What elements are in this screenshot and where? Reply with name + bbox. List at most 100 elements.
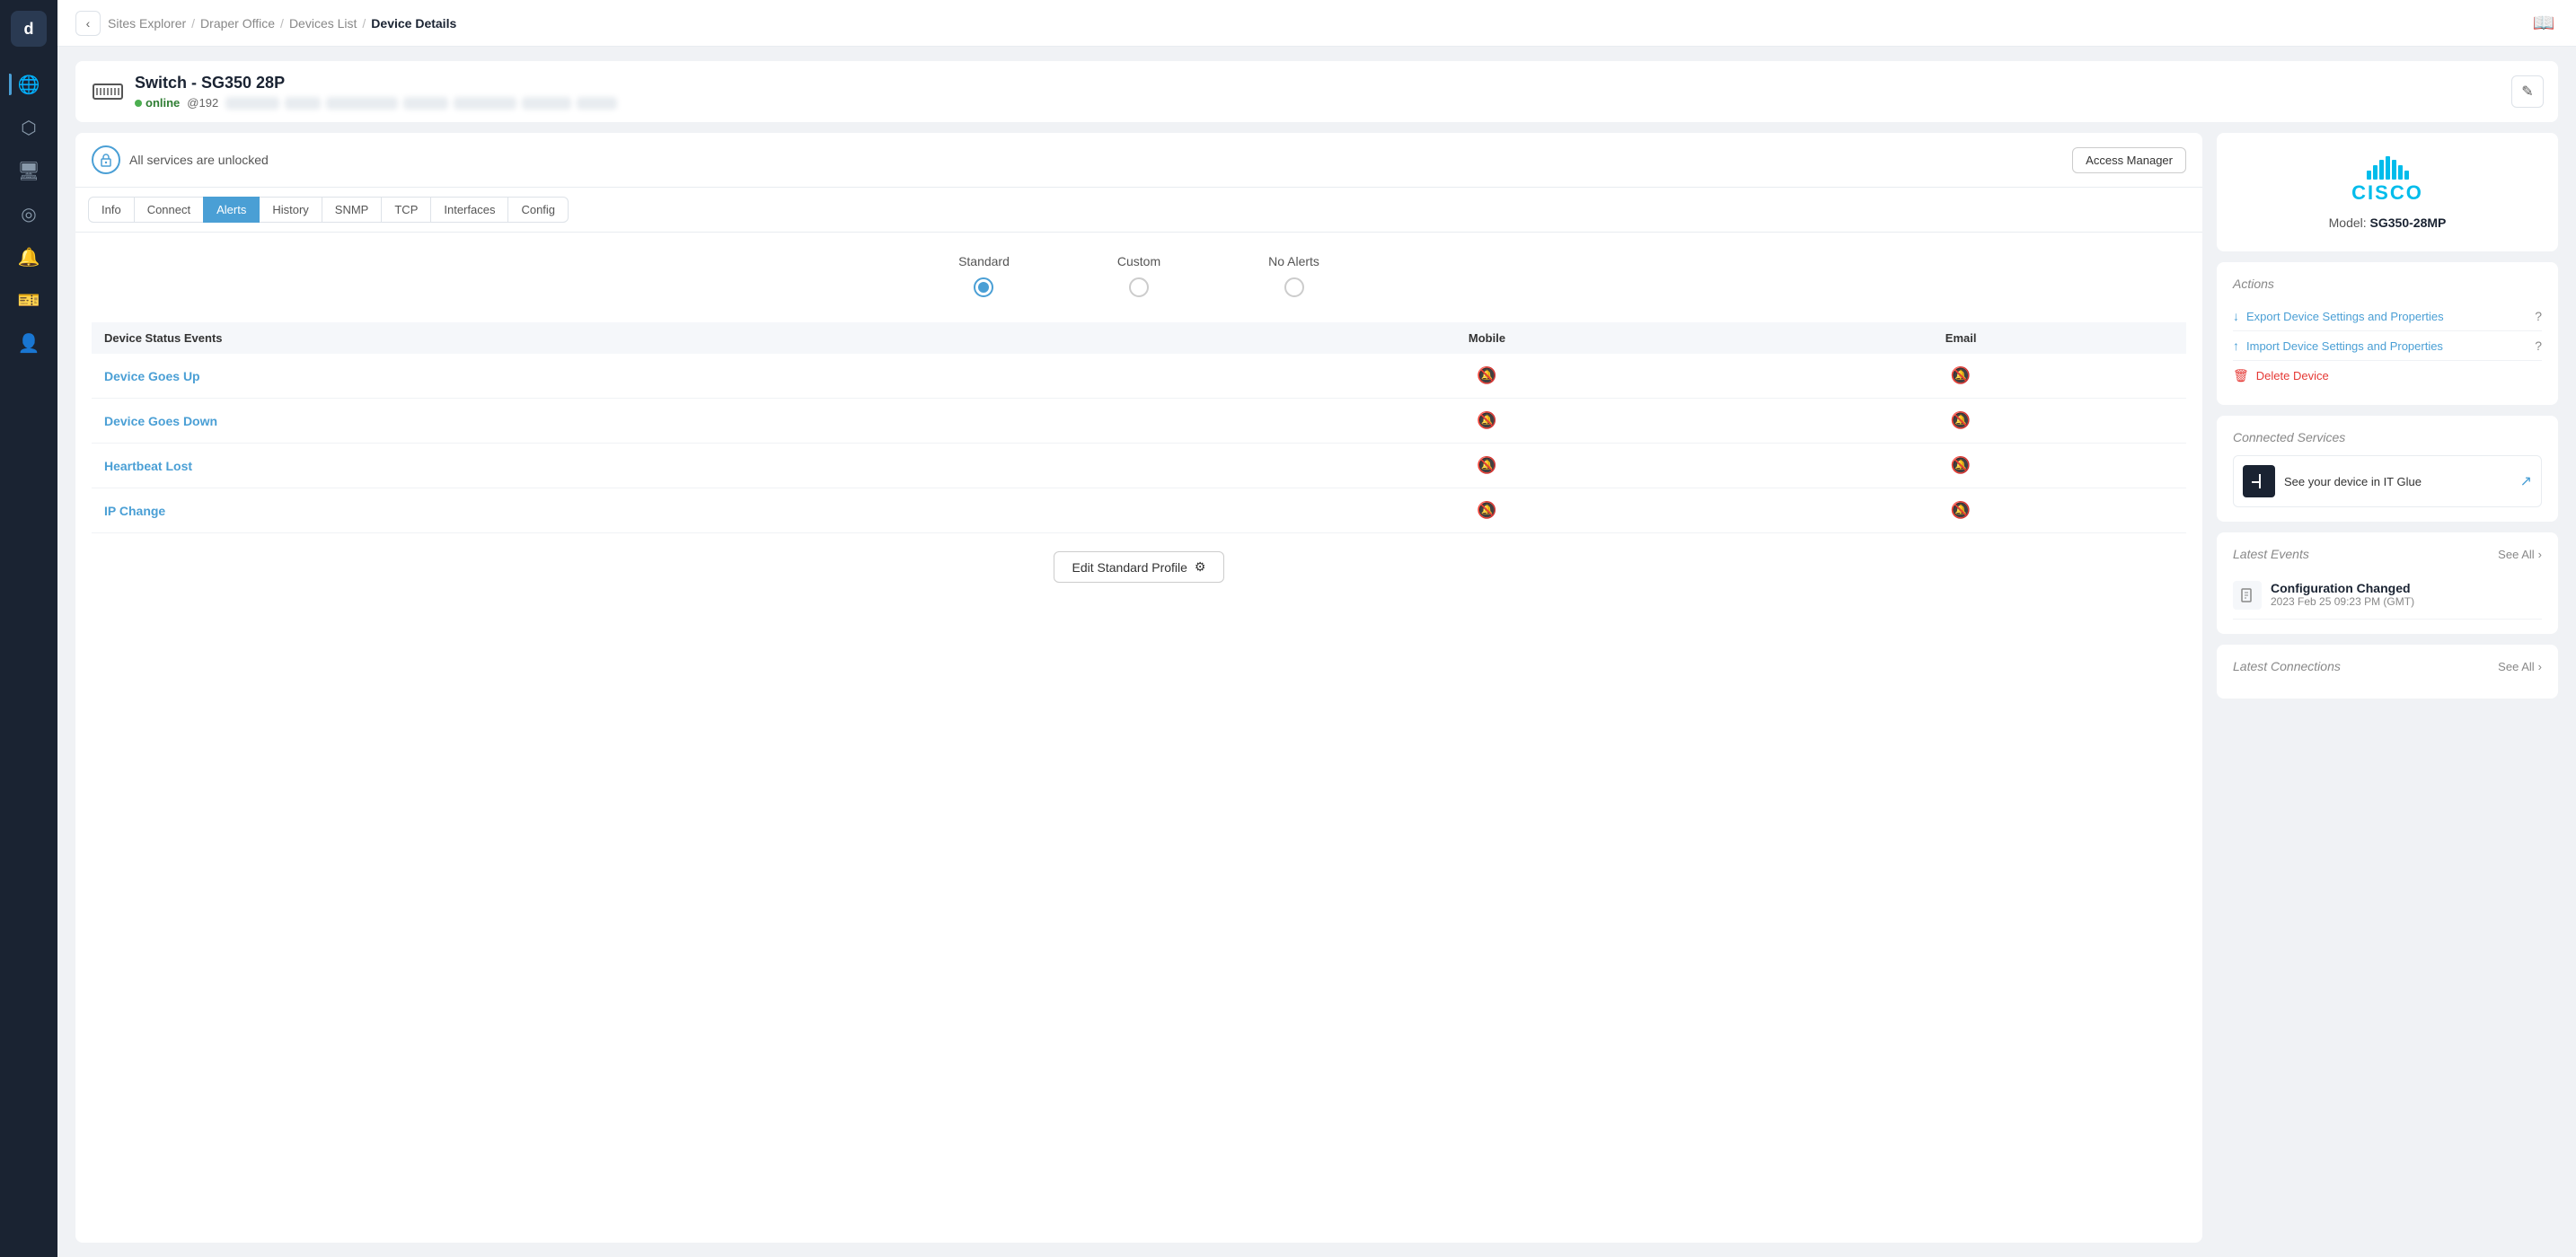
latest-connections-header: Latest Connections See All ›: [2233, 659, 2542, 673]
breadcrumb-draper[interactable]: Draper Office: [200, 16, 275, 31]
tab-tcp[interactable]: TCP: [381, 197, 431, 223]
gear-icon: ⚙: [1195, 559, 1206, 575]
latest-events-header: Latest Events See All ›: [2233, 547, 2542, 561]
tag-6: [522, 97, 571, 110]
content: Switch - SG350 28P online @192: [57, 47, 2576, 1257]
mobile-goes-up[interactable]: 🔕: [1239, 354, 1736, 399]
sidebar-item-tickets[interactable]: 🎫: [9, 280, 49, 320]
bar-3: [2379, 160, 2384, 180]
connected-services-title: Connected Services: [2233, 430, 2542, 444]
sidebar: d 🌐 ⬡ 🖥 ◎ 🔔 🎫 👤: [0, 0, 57, 1257]
col-email: Email: [1735, 322, 2186, 354]
app-logo[interactable]: d: [11, 11, 47, 47]
event-ip-change: IP Change: [92, 488, 1239, 533]
bar-1: [2367, 171, 2371, 180]
mobile-heartbeat[interactable]: 🔕: [1239, 444, 1736, 488]
device-ip: @192: [187, 96, 218, 110]
delete-action[interactable]: 🗑 Delete Device: [2233, 361, 2542, 391]
sidebar-item-user[interactable]: 👤: [9, 323, 49, 363]
tab-info[interactable]: Info: [88, 197, 135, 223]
tag-5: [454, 97, 516, 110]
no-alerts-radio[interactable]: [1284, 277, 1304, 297]
topbar: ‹ Sites Explorer / Draper Office / Devic…: [57, 0, 2576, 47]
user-icon: 👤: [18, 332, 40, 355]
breadcrumb-current: Device Details: [371, 16, 456, 31]
email-ip-change[interactable]: 🔕: [1735, 488, 2186, 533]
sidebar-item-monitor[interactable]: 🖥: [9, 151, 49, 190]
email-goes-down[interactable]: 🔕: [1735, 399, 2186, 444]
bar-5: [2392, 160, 2396, 180]
latest-connections-title: Latest Connections: [2233, 659, 2341, 673]
access-manager-button[interactable]: Access Manager: [2072, 147, 2186, 173]
import-label: Import Device Settings and Properties: [2246, 339, 2527, 353]
import-help-icon: ?: [2535, 338, 2542, 353]
sidebar-item-bell[interactable]: 🔔: [9, 237, 49, 277]
table-row: IP Change 🔕 🔕: [92, 488, 2186, 533]
option-standard[interactable]: Standard: [958, 254, 1010, 297]
custom-radio[interactable]: [1129, 277, 1149, 297]
two-col-layout: All services are unlocked Access Manager…: [75, 133, 2558, 1243]
email-goes-up[interactable]: 🔕: [1735, 354, 2186, 399]
access-text: All services are unlocked: [129, 153, 269, 167]
edit-icon: ✎: [2521, 83, 2533, 101]
book-icon[interactable]: 📖: [2529, 9, 2558, 38]
cisco-brand-text: CISCO: [2351, 181, 2423, 205]
mobile-goes-down[interactable]: 🔕: [1239, 399, 1736, 444]
standard-radio[interactable]: [974, 277, 993, 297]
alert-options: Standard Custom No Alerts: [92, 254, 2186, 297]
connections-see-all-button[interactable]: See All ›: [2498, 660, 2542, 673]
ticket-icon: 🎫: [18, 289, 40, 312]
device-icon-wrapper: [92, 75, 124, 108]
topbar-right: 📖: [2529, 9, 2558, 38]
lock-svg: [99, 153, 113, 167]
it-glue-logo: [2243, 465, 2275, 497]
export-label: Export Device Settings and Properties: [2246, 310, 2527, 323]
tab-snmp[interactable]: SNMP: [322, 197, 383, 223]
custom-label: Custom: [1117, 254, 1160, 268]
it-glue-item[interactable]: See your device in IT Glue ↗: [2233, 455, 2542, 507]
sidebar-item-topology[interactable]: ⬡: [9, 108, 49, 147]
tab-history[interactable]: History: [259, 197, 322, 223]
tab-config[interactable]: Config: [507, 197, 569, 223]
access-bar-left: All services are unlocked: [92, 145, 269, 174]
option-no-alerts[interactable]: No Alerts: [1268, 254, 1319, 297]
event-date: 2023 Feb 25 09:23 PM (GMT): [2271, 595, 2414, 608]
cisco-bars: [2367, 154, 2409, 180]
access-bar: All services are unlocked Access Manager: [75, 133, 2202, 188]
import-action[interactable]: ↑ Import Device Settings and Properties …: [2233, 331, 2542, 361]
sidebar-item-sites[interactable]: 🌐: [9, 65, 49, 104]
device-status: online: [135, 96, 180, 110]
left-panel: All services are unlocked Access Manager…: [75, 133, 2202, 1243]
edit-device-button[interactable]: ✎: [2511, 75, 2544, 108]
device-header: Switch - SG350 28P online @192: [75, 61, 2558, 122]
doc-icon: [2240, 588, 2254, 602]
col-mobile: Mobile: [1239, 322, 1736, 354]
breadcrumb-sites[interactable]: Sites Explorer: [108, 16, 186, 31]
sidebar-nav: 🌐 ⬡ 🖥 ◎ 🔔 🎫 👤: [0, 65, 57, 363]
tag-4: [403, 97, 448, 110]
tab-connect[interactable]: Connect: [134, 197, 204, 223]
switch-icon: [92, 75, 124, 108]
lock-icon: [92, 145, 120, 174]
bell-slash-icon-5: 🔕: [1477, 456, 1496, 474]
edit-standard-profile-button[interactable]: Edit Standard Profile ⚙: [1054, 551, 1225, 583]
email-heartbeat[interactable]: 🔕: [1735, 444, 2186, 488]
breadcrumb: Sites Explorer / Draper Office / Devices…: [108, 16, 456, 31]
breadcrumb-devices[interactable]: Devices List: [289, 16, 357, 31]
export-action[interactable]: ↓ Export Device Settings and Properties …: [2233, 302, 2542, 331]
tab-alerts[interactable]: Alerts: [203, 197, 260, 223]
breadcrumb-sep-1: /: [191, 16, 195, 31]
tab-interfaces[interactable]: Interfaces: [430, 197, 508, 223]
event-item: Configuration Changed 2023 Feb 25 09:23 …: [2233, 572, 2542, 620]
option-custom[interactable]: Custom: [1117, 254, 1160, 297]
table-row: Heartbeat Lost 🔕 🔕: [92, 444, 2186, 488]
sidebar-item-globe2[interactable]: ◎: [9, 194, 49, 233]
events-see-all-button[interactable]: See All ›: [2498, 548, 2542, 561]
bar-4: [2386, 156, 2390, 180]
event-goes-up: Device Goes Up: [92, 354, 1239, 399]
back-button[interactable]: ‹: [75, 11, 101, 36]
mobile-ip-change[interactable]: 🔕: [1239, 488, 1736, 533]
chevron-right-icon: ›: [2538, 548, 2542, 561]
alerts-content: Standard Custom No Alerts: [75, 233, 2202, 622]
event-title: Configuration Changed: [2271, 581, 2414, 595]
